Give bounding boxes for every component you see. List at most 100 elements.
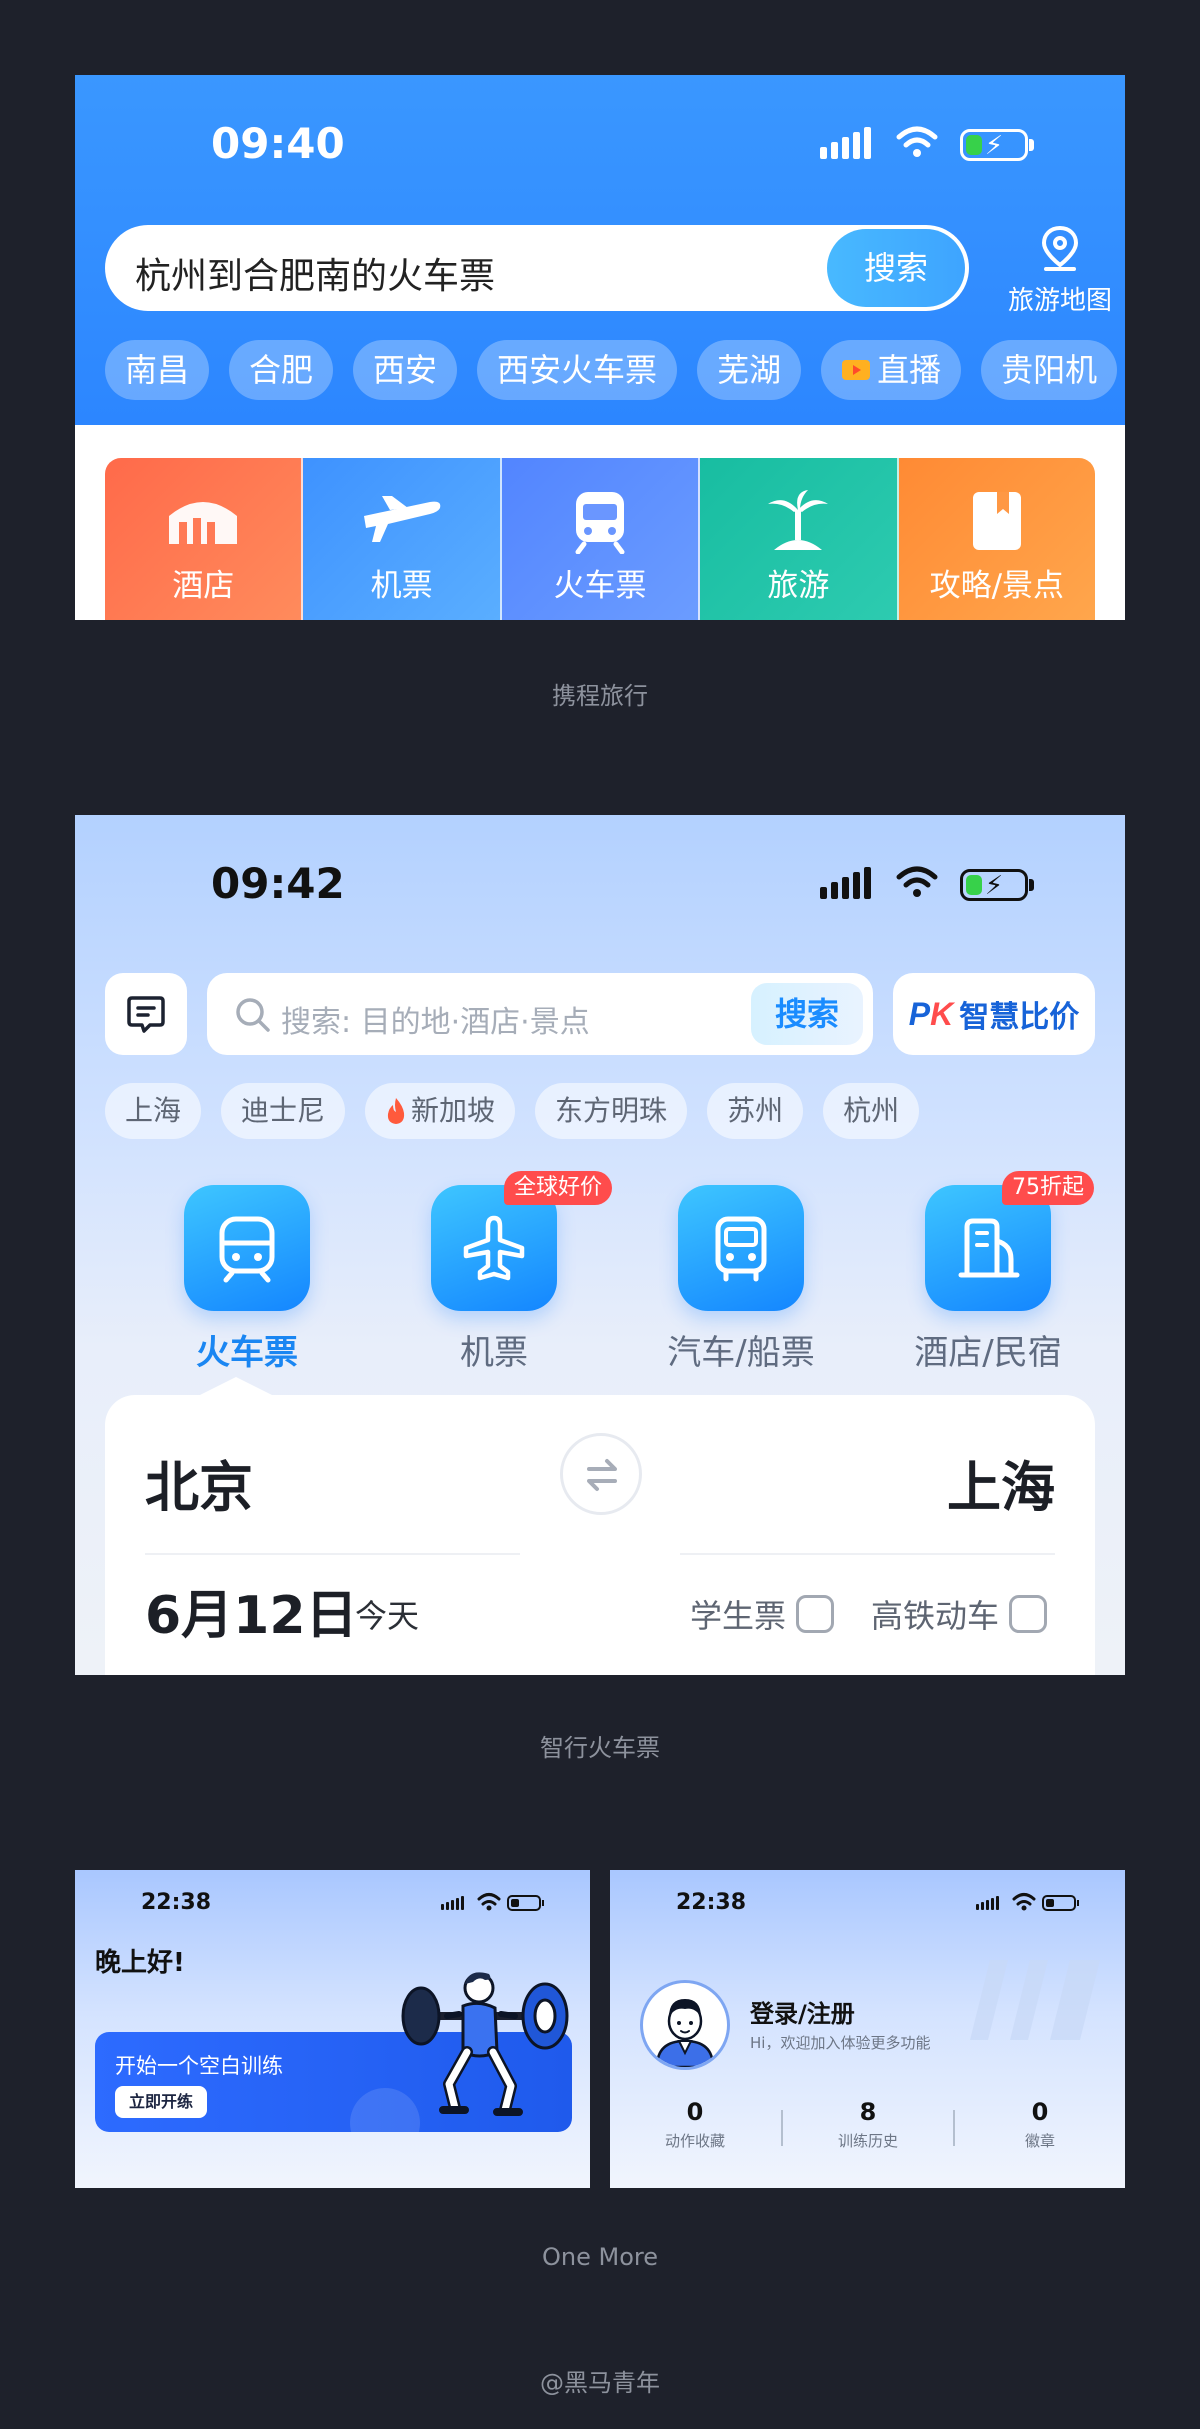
chip[interactable]: 西安 (353, 340, 458, 400)
bus-icon (715, 1216, 767, 1282)
category-flight[interactable]: 机票 全球好价 (404, 1171, 613, 1374)
chip[interactable]: 合肥 (229, 340, 334, 400)
swap-cities-button[interactable] (560, 1433, 642, 1515)
tile-label: 酒店 (172, 568, 235, 604)
tile-travel[interactable]: 旅游 (700, 458, 899, 620)
hotel-icon (169, 502, 238, 544)
category-label: 酒店/民宿 (914, 1333, 1062, 1373)
pk-logo-icon: PK (908, 995, 954, 1032)
search-bar[interactable]: 搜索: 目的地·酒店·景点 搜索 (207, 973, 873, 1055)
category-bus-ship[interactable]: 汽车/船票 (651, 1185, 831, 1374)
chip[interactable]: 迪士尼 (221, 1083, 346, 1139)
search-button[interactable]: 搜索 (751, 983, 863, 1045)
caption-zhixing: 智行火车票 (540, 1734, 660, 1762)
price-compare-button[interactable]: PK 智慧比价 (893, 973, 1095, 1055)
stat-value: 8 (859, 2098, 877, 2126)
guidebook-icon (972, 492, 1021, 550)
highspeed-checkbox[interactable] (1009, 1595, 1048, 1633)
chip[interactable]: 贵阳机 (981, 340, 1118, 400)
chip-label: 迪士尼 (241, 1094, 326, 1127)
chip[interactable]: 西安火车票 (477, 340, 678, 400)
login-register-link[interactable]: 登录/注册 (750, 1994, 855, 2029)
chip[interactable]: 杭州 (823, 1083, 920, 1139)
stat-value: 0 (1031, 2098, 1049, 2126)
tile-guide[interactable]: 攻略/景点 (898, 458, 1095, 620)
search-input[interactable]: 杭州到合肥南的火车票 (135, 247, 495, 299)
onemore-home-screenshot: 22:38 晚上好! 开始一个空白训练 立即开练 (75, 1870, 590, 2188)
search-button[interactable]: 搜索 (827, 229, 965, 307)
travel-map-button[interactable]: 旅游地图 (1005, 225, 1115, 317)
weightlifter-illustration-icon (401, 1972, 569, 2116)
chip-label: 西安 (373, 351, 438, 389)
student-ticket-option[interactable]: 学生票 (690, 1591, 835, 1637)
login-subtitle: Hi，欢迎加入体验更多功能 (750, 2034, 931, 2052)
booking-card: 北京 上海 6月12日 今天 学生票 高铁动车 (105, 1377, 1095, 1675)
tile-hotel[interactable]: 酒店 (105, 458, 304, 620)
greeting: 晚上好! (95, 1948, 185, 1978)
chip-label: 东方明珠 (555, 1094, 668, 1127)
chip[interactable]: 东方明珠 (535, 1083, 688, 1139)
service-tiles: 酒店 机票 火车票 旅游 攻略/景点 (105, 458, 1095, 620)
chip-hot[interactable]: 新加坡 (365, 1083, 516, 1139)
travel-map-label: 旅游地图 (1007, 286, 1112, 316)
train-icon (575, 492, 625, 554)
departure-date[interactable]: 6月12日 (145, 1573, 358, 1648)
train-icon-tile (184, 1185, 310, 1311)
active-tab-notch (200, 1377, 272, 1395)
chip-label: 南昌 (125, 351, 190, 389)
arrival-city[interactable]: 上海 (947, 1443, 1055, 1522)
category-hotel[interactable]: 酒店/民宿 75折起 (898, 1171, 1094, 1374)
date-note: 今天 (355, 1597, 420, 1635)
divider (680, 1553, 1055, 1555)
chip-label: 贵阳机 (1001, 351, 1098, 389)
student-ticket-checkbox[interactable] (796, 1595, 835, 1633)
chip-label: 芜湖 (717, 351, 782, 389)
hot-search-chips: 南昌 合肥 西安 西安火车票 芜湖 直播 贵阳机 (105, 340, 1118, 400)
tile-label: 机票 (370, 568, 433, 604)
tile-flight[interactable]: 机票 (303, 458, 502, 620)
tile-label: 火车票 (553, 568, 647, 604)
stat-history[interactable]: 8 训练历史 (803, 2098, 933, 2151)
student-ticket-label: 学生票 (690, 1597, 787, 1635)
signal-icon (976, 1896, 999, 1910)
wifi-icon (1012, 1893, 1036, 1911)
wifi-icon (896, 866, 938, 897)
chip-label: 苏州 (727, 1094, 784, 1127)
avatar[interactable] (640, 1980, 730, 2070)
avatar-icon (655, 1999, 715, 2067)
start-workout-title: 开始一个空白训练 (115, 2054, 283, 2078)
chip[interactable]: 上海 (105, 1083, 202, 1139)
building-icon (958, 1218, 1020, 1278)
stat-label: 动作收藏 (664, 2132, 725, 2150)
status-time: 09:40 (211, 119, 345, 168)
status-time: 22:38 (141, 1890, 212, 1915)
highspeed-option[interactable]: 高铁动车 (871, 1591, 1048, 1637)
chip-label: 合肥 (249, 351, 314, 389)
chip[interactable]: 苏州 (707, 1083, 804, 1139)
zhixing-screenshot: 09:42 ⚡ 搜索: 目的地·酒店·景点 搜索 PK 智慧比价 上海 迪士尼 (75, 815, 1125, 1675)
stat-favorites[interactable]: 0 动作收藏 (630, 2098, 760, 2151)
chip[interactable]: 南昌 (105, 340, 210, 400)
plane-icon (463, 1215, 525, 1281)
onemore-profile-screenshot: 22:38 登录/注册 Hi，欢迎加入体验更多功能 0 动作收藏 8 训练历史 … (610, 1870, 1125, 2188)
chip-label: 杭州 (843, 1094, 900, 1127)
signal-icon (820, 867, 871, 899)
battery-icon (1042, 1895, 1079, 1911)
battery-icon (507, 1895, 544, 1911)
brand-watermark-icon (970, 1960, 1100, 2040)
start-now-button[interactable]: 立即开练 (115, 2086, 208, 2118)
search-bar[interactable]: 杭州到合肥南的火车票 搜索 (105, 225, 969, 311)
search-input[interactable]: 搜索: 目的地·酒店·景点 (281, 997, 590, 1041)
chip[interactable]: 芜湖 (697, 340, 802, 400)
wifi-icon (477, 1893, 501, 1911)
chip-live[interactable]: 直播 (821, 340, 962, 400)
highspeed-label: 高铁动车 (871, 1597, 1000, 1635)
departure-city[interactable]: 北京 (145, 1443, 253, 1522)
tile-train[interactable]: 火车票 (501, 458, 701, 620)
stat-badges[interactable]: 0 徽章 (975, 2098, 1105, 2151)
caption-ctrip: 携程旅行 (552, 682, 648, 710)
category-train[interactable]: 火车票 (157, 1185, 337, 1374)
stat-label: 训练历史 (837, 2132, 898, 2150)
message-button[interactable] (105, 973, 187, 1055)
ctrip-screenshot: 09:40 ⚡ 杭州到合肥南的火车票 搜索 旅游地图 南昌 合肥 西安 西安火车… (75, 75, 1125, 620)
